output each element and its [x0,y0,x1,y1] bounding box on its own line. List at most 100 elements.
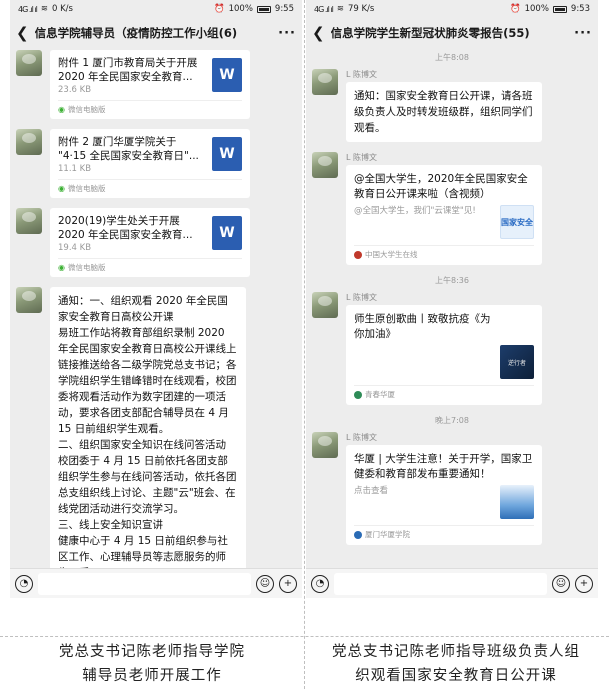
avatar[interactable] [16,129,42,155]
signal-icon: 4G .ıl ıl [18,4,38,14]
file-source: 微信电脑版 [67,184,106,193]
battery-percent: 100% [228,4,253,14]
avatar[interactable] [312,432,338,458]
link-message[interactable]: 师生原创歌曲丨致敬抗疫《为你加油》 逆行者 青春华厦 [346,305,542,405]
right-chat-screenshot: 4G .ıl ıl ≋ 79 K/s ⏰ 100% 9:53 ❮ 信息学院学生新… [306,0,598,598]
link-source: 青春华厦 [365,390,395,399]
message-paragraph: 易班工作站将教育部组织录制 2020 年全民国家安全教育日高校公开课线上链接推送… [58,327,237,435]
message-paragraph: 三、线上安全知识宣讲 [58,519,163,531]
file-message[interactable]: 附件 2 厦门华厦学院关于 "4·15 全民国家安全教育日"... 11.1 K… [50,129,250,198]
voice-icon[interactable]: ◔ [15,574,33,593]
wechat-pc-icon: ◉ [58,105,65,114]
message-item: 2020(19)学生处关于开展 2020 年全民国家安全教育... 19.4 K… [16,208,296,277]
link-thumbnail: 国家安全 [500,205,534,239]
avatar[interactable] [16,50,42,76]
message-paragraph: 通知：一、组织观看 2020 年全民国家安全教育日高校公开课 [58,295,228,323]
input-bar: ◔ ☺ + [306,568,598,598]
word-file-icon: W [212,216,242,250]
file-size: 11.1 KB [58,164,92,174]
link-message[interactable]: 华厦 | 大学生注意！关于开学，国家卫健委和教育部发布重要通知！ 点击查看 厦门… [346,445,542,545]
battery-icon [256,5,271,13]
timestamp: 上午8:36 [435,276,469,285]
caption-line: 党总支书记陈老师指导学院 [59,644,245,660]
avatar[interactable] [16,208,42,234]
link-title: @全国大学生，2020年全民国家安全教育日公开课来啦（含视频） [354,173,528,200]
link-desc: @全国大学生，我们"云课堂"见! [354,206,476,216]
alarm-icon: ⏰ [510,4,521,14]
status-bar: 4G .ıl ıl ≋ 0 K/s ⏰ 100% 9:55 [10,0,302,18]
timestamp: 晚上7:08 [435,416,469,425]
avatar[interactable] [16,287,42,313]
word-file-icon: W [212,137,242,171]
caption-line: 党总支书记陈老师指导班级负责人组 [332,644,580,660]
link-source: 厦门华厦学院 [365,530,410,539]
message-input[interactable] [334,572,547,595]
chat-header: ❮ 信息学院学生新型冠状肺炎零报告(55) ··· [306,18,598,48]
wifi-icon: ≋ [40,4,48,14]
file-title: 附件 1 厦门市教育局关于开展 2020 年全民国家安全教育... [58,57,198,83]
caption-line: 织观看国家安全教育日公开课 [355,668,557,684]
clock: 9:53 [570,4,590,14]
chat-title: 信息学院学生新型冠状肺炎零报告(55) [330,26,530,40]
emoji-icon[interactable]: ☺ [256,574,274,593]
vertical-divider [304,0,305,689]
sender-name: L 陈博文 [346,293,377,302]
more-dots-icon[interactable]: ··· [574,26,592,41]
file-title: 2020(19)学生处关于开展 2020 年全民国家安全教育... [58,215,193,241]
chat-header: ❮ 信息学院辅导员（疫情防控工作小组(6) ··· [10,18,302,48]
voice-icon[interactable]: ◔ [311,574,329,593]
avatar[interactable] [312,69,338,95]
clock: 9:55 [274,4,294,14]
status-bar: 4G .ıl ıl ≋ 79 K/s ⏰ 100% 9:53 [306,0,598,18]
file-message[interactable]: 附件 1 厦门市教育局关于开展 2020 年全民国家安全教育... 23.6 K… [50,50,250,119]
file-size: 19.4 KB [58,243,92,253]
wifi-icon: ≋ [336,4,344,14]
message-item: L 陈博文 通知：国家安全教育日公开课，请各班级负责人及时转发班级群，组织同学们… [312,69,592,142]
message-input[interactable] [38,572,251,595]
more-dots-icon[interactable]: ··· [278,26,296,41]
signal-icon: 4G .ıl ıl [314,4,334,14]
file-size: 23.6 KB [58,85,92,95]
file-message[interactable]: 2020(19)学生处关于开展 2020 年全民国家安全教育... 19.4 K… [50,208,250,277]
sender-name: L 陈博文 [346,70,377,79]
message-item: L 陈博文 @全国大学生，2020年全民国家安全教育日公开课来啦（含视频） @全… [312,152,592,265]
message-list[interactable]: 附件 1 厦门市教育局关于开展 2020 年全民国家安全教育... 23.6 K… [10,48,302,568]
link-message[interactable]: @全国大学生，2020年全民国家安全教育日公开课来啦（含视频） @全国大学生，我… [346,165,542,265]
input-bar: ◔ ☺ + [10,568,302,598]
wechat-pc-icon: ◉ [58,263,65,272]
text-message[interactable]: 通知：一、组织观看 2020 年全民国家安全教育日高校公开课 易班工作站将教育部… [50,287,246,568]
battery-icon [552,5,567,13]
avatar[interactable] [312,152,338,178]
timestamp: 上午8:08 [435,53,469,62]
wechat-pc-icon: ◉ [58,184,65,193]
message-paragraph: 校团委于 4 月 15 日前依托各团支部组织学生参与在线问答活动，依托各团总支组… [58,455,237,515]
file-source: 微信电脑版 [67,263,106,272]
plus-icon[interactable]: + [279,574,297,593]
emoji-icon[interactable]: ☺ [552,574,570,593]
file-source: 微信电脑版 [67,105,106,114]
link-title: 师生原创歌曲丨致敬抗疫《为你加油》 [354,313,491,340]
caption-line: 辅导员老师开展工作 [82,668,222,684]
chevron-left-icon[interactable]: ❮ [16,24,29,42]
plus-icon[interactable]: + [575,574,593,593]
link-desc: 点击查看 [354,486,389,496]
net-speed: 79 K/s [347,4,375,14]
text-message[interactable]: 通知：国家安全教育日公开课，请各班级负责人及时转发班级群，组织同学们观看。 [346,82,542,142]
caption-right: 党总支书记陈老师指导班级负责人组 织观看国家安全教育日公开课 [306,640,606,688]
message-list[interactable]: 上午8:08 L 陈博文 通知：国家安全教育日公开课，请各班级负责人及时转发班级… [306,48,598,568]
source-icon [354,530,362,539]
message-item: L 陈博文 华厦 | 大学生注意！关于开学，国家卫健委和教育部发布重要通知！ 点… [312,432,592,545]
avatar[interactable] [312,292,338,318]
chat-title: 信息学院辅导员（疫情防控工作小组(6) [34,26,238,40]
message-item: L 陈博文 师生原创歌曲丨致敬抗疫《为你加油》 逆行者 青春华厦 [312,292,592,405]
link-thumbnail: 逆行者 [500,345,534,379]
source-icon [354,250,362,259]
left-chat-screenshot: 4G .ıl ıl ≋ 0 K/s ⏰ 100% 9:55 ❮ 信息学院辅导员（… [10,0,302,598]
message-paragraph: 二、组织国家安全知识在线问答活动 [58,439,226,451]
message-paragraph: 健康中心于 4 月 15 日前组织参与社区工作、心理辅导员等志愿服务的师生，采 [58,535,228,568]
chevron-left-icon[interactable]: ❮ [312,24,325,42]
message-item: 附件 2 厦门华厦学院关于 "4·15 全民国家安全教育日"... 11.1 K… [16,129,296,198]
link-title: 华厦 | 大学生注意！关于开学，国家卫健委和教育部发布重要通知！ [354,453,533,480]
caption-left: 党总支书记陈老师指导学院 辅导员老师开展工作 [2,640,302,688]
sender-name: L 陈博文 [346,153,377,162]
